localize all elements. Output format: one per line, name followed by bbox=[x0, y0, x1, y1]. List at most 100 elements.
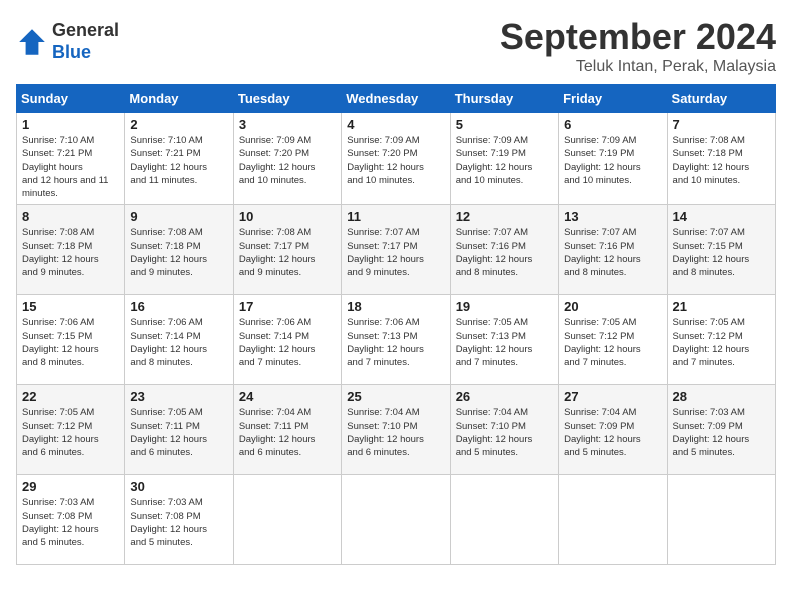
day-info: Sunrise: 7:06 AMSunset: 7:14 PMDaylight:… bbox=[239, 316, 336, 369]
day-number: 27 bbox=[564, 389, 661, 404]
table-row: 12 Sunrise: 7:07 AMSunset: 7:16 PMDayligh… bbox=[450, 205, 558, 295]
logo: General Blue bbox=[16, 20, 119, 63]
table-row: 7 Sunrise: 7:08 AMSunset: 7:18 PMDaylight… bbox=[667, 113, 775, 205]
logo-icon bbox=[16, 26, 48, 58]
day-number: 26 bbox=[456, 389, 553, 404]
day-number: 3 bbox=[239, 117, 336, 132]
table-row: 27 Sunrise: 7:04 AMSunset: 7:09 PMDayligh… bbox=[559, 385, 667, 475]
day-info: Sunrise: 7:09 AMSunset: 7:19 PMDaylight:… bbox=[456, 134, 553, 187]
calendar-week-row: 29 Sunrise: 7:03 AMSunset: 7:08 PMDayligh… bbox=[17, 475, 776, 565]
col-thursday: Thursday bbox=[450, 85, 558, 113]
day-info: Sunrise: 7:03 AMSunset: 7:08 PMDaylight:… bbox=[22, 496, 119, 549]
day-number: 22 bbox=[22, 389, 119, 404]
day-info: Sunrise: 7:09 AMSunset: 7:20 PMDaylight:… bbox=[239, 134, 336, 187]
day-number: 16 bbox=[130, 299, 227, 314]
table-row: 25 Sunrise: 7:04 AMSunset: 7:10 PMDayligh… bbox=[342, 385, 450, 475]
table-row bbox=[342, 475, 450, 565]
day-number: 10 bbox=[239, 209, 336, 224]
day-number: 21 bbox=[673, 299, 770, 314]
day-number: 6 bbox=[564, 117, 661, 132]
table-row: 8Sunrise: 7:08 AMSunset: 7:18 PMDaylight… bbox=[17, 205, 125, 295]
day-number: 12 bbox=[456, 209, 553, 224]
day-info: Sunrise: 7:07 AMSunset: 7:17 PMDaylight:… bbox=[347, 226, 444, 279]
table-row: 15Sunrise: 7:06 AMSunset: 7:15 PMDayligh… bbox=[17, 295, 125, 385]
col-wednesday: Wednesday bbox=[342, 85, 450, 113]
table-row: 14 Sunrise: 7:07 AMSunset: 7:15 PMDayligh… bbox=[667, 205, 775, 295]
col-sunday: Sunday bbox=[17, 85, 125, 113]
month-title: September 2024 bbox=[500, 16, 776, 58]
day-info: Sunrise: 7:08 AMSunset: 7:18 PMDaylight:… bbox=[673, 134, 770, 187]
day-number: 13 bbox=[564, 209, 661, 224]
day-info: Sunrise: 7:03 AMSunset: 7:08 PMDaylight:… bbox=[130, 496, 227, 549]
day-number: 5 bbox=[456, 117, 553, 132]
day-info: Sunrise: 7:08 AMSunset: 7:18 PMDaylight:… bbox=[130, 226, 227, 279]
day-number: 20 bbox=[564, 299, 661, 314]
day-info: Sunrise: 7:05 AMSunset: 7:12 PMDaylight:… bbox=[22, 406, 119, 459]
day-number: 1 bbox=[22, 117, 119, 132]
table-row: 24Sunrise: 7:04 AMSunset: 7:11 PMDayligh… bbox=[233, 385, 341, 475]
table-row: 23 Sunrise: 7:05 AMSunset: 7:11 PMDayligh… bbox=[125, 385, 233, 475]
day-info: Sunrise: 7:04 AMSunset: 7:10 PMDaylight:… bbox=[347, 406, 444, 459]
day-number: 30 bbox=[130, 479, 227, 494]
day-info: Sunrise: 7:05 AMSunset: 7:12 PMDaylight:… bbox=[673, 316, 770, 369]
day-info: Sunrise: 7:09 AMSunset: 7:20 PMDaylight:… bbox=[347, 134, 444, 187]
day-info: Sunrise: 7:09 AMSunset: 7:19 PMDaylight:… bbox=[564, 134, 661, 187]
table-row bbox=[450, 475, 558, 565]
calendar-table: Sunday Monday Tuesday Wednesday Thursday… bbox=[16, 84, 776, 565]
day-number: 24 bbox=[239, 389, 336, 404]
calendar-week-row: 15Sunrise: 7:06 AMSunset: 7:15 PMDayligh… bbox=[17, 295, 776, 385]
calendar-week-row: 8 Sunrise: 7:08 AMSunset: 7:18 PMDaylight… bbox=[17, 205, 776, 295]
table-row: 18 Sunrise: 7:06 AMSunset: 7:13 PMDayligh… bbox=[342, 295, 450, 385]
day-info: Sunrise: 7:07 AMSunset: 7:16 PMDaylight:… bbox=[456, 226, 553, 279]
col-saturday: Saturday bbox=[667, 85, 775, 113]
col-friday: Friday bbox=[559, 85, 667, 113]
day-info: Sunrise: 7:04 AMSunset: 7:10 PMDaylight:… bbox=[456, 406, 553, 459]
day-number: 11 bbox=[347, 209, 444, 224]
logo-general: General bbox=[52, 20, 119, 42]
table-row bbox=[233, 475, 341, 565]
day-number: 14 bbox=[673, 209, 770, 224]
table-row: 2Sunrise: 7:10 AMSunset: 7:21 PMDaylight… bbox=[125, 113, 233, 205]
day-number: 8 bbox=[22, 209, 119, 224]
table-row: 11 Sunrise: 7:07 AMSunset: 7:17 PMDayligh… bbox=[342, 205, 450, 295]
day-info: Sunrise: 7:07 AMSunset: 7:15 PMDaylight:… bbox=[673, 226, 770, 279]
table-row: 1Sunrise: 7:10 AMSunset: 7:21 PMDaylight… bbox=[17, 113, 125, 205]
col-monday: Monday bbox=[125, 85, 233, 113]
day-info: Sunrise: 7:04 AMSunset: 7:09 PMDaylight:… bbox=[564, 406, 661, 459]
day-info: Sunrise: 7:10 AMSunset: 7:21 PMDaylight:… bbox=[130, 134, 227, 187]
table-row: 26 Sunrise: 7:04 AMSunset: 7:10 PMDayligh… bbox=[450, 385, 558, 475]
day-number: 23 bbox=[130, 389, 227, 404]
table-row bbox=[559, 475, 667, 565]
day-number: 7 bbox=[673, 117, 770, 132]
col-tuesday: Tuesday bbox=[233, 85, 341, 113]
day-info: Sunrise: 7:07 AMSunset: 7:16 PMDaylight:… bbox=[564, 226, 661, 279]
day-info: Sunrise: 7:08 AMSunset: 7:17 PMDaylight:… bbox=[239, 226, 336, 279]
day-info: Sunrise: 7:06 AMSunset: 7:14 PMDaylight:… bbox=[130, 316, 227, 369]
title-area: September 2024 Teluk Intan, Perak, Malay… bbox=[500, 16, 776, 76]
table-row: 4 Sunrise: 7:09 AMSunset: 7:20 PMDaylight… bbox=[342, 113, 450, 205]
header: General Blue September 2024 Teluk Intan,… bbox=[16, 16, 776, 76]
day-info: Sunrise: 7:05 AMSunset: 7:13 PMDaylight:… bbox=[456, 316, 553, 369]
table-row: 29 Sunrise: 7:03 AMSunset: 7:08 PMDayligh… bbox=[17, 475, 125, 565]
table-row: 20 Sunrise: 7:05 AMSunset: 7:12 PMDayligh… bbox=[559, 295, 667, 385]
location-title: Teluk Intan, Perak, Malaysia bbox=[500, 58, 776, 76]
day-info: Sunrise: 7:05 AMSunset: 7:11 PMDaylight:… bbox=[130, 406, 227, 459]
table-row: 28Sunrise: 7:03 AMSunset: 7:09 PMDayligh… bbox=[667, 385, 775, 475]
day-number: 18 bbox=[347, 299, 444, 314]
table-row: 9Sunrise: 7:08 AMSunset: 7:18 PMDaylight… bbox=[125, 205, 233, 295]
day-number: 4 bbox=[347, 117, 444, 132]
table-row: 10 Sunrise: 7:08 AMSunset: 7:17 PMDayligh… bbox=[233, 205, 341, 295]
table-row: 3 Sunrise: 7:09 AMSunset: 7:20 PMDaylight… bbox=[233, 113, 341, 205]
table-row bbox=[667, 475, 775, 565]
day-info: Sunrise: 7:06 AMSunset: 7:13 PMDaylight:… bbox=[347, 316, 444, 369]
day-number: 29 bbox=[22, 479, 119, 494]
table-row: 30 Sunrise: 7:03 AMSunset: 7:08 PMDayligh… bbox=[125, 475, 233, 565]
table-row: 13 Sunrise: 7:07 AMSunset: 7:16 PMDayligh… bbox=[559, 205, 667, 295]
day-info: Sunrise: 7:05 AMSunset: 7:12 PMDaylight:… bbox=[564, 316, 661, 369]
day-number: 19 bbox=[456, 299, 553, 314]
table-row: 17Sunrise: 7:06 AMSunset: 7:14 PMDayligh… bbox=[233, 295, 341, 385]
logo-blue: Blue bbox=[52, 42, 119, 64]
day-info: Sunrise: 7:03 AMSunset: 7:09 PMDaylight:… bbox=[673, 406, 770, 459]
day-number: 25 bbox=[347, 389, 444, 404]
table-row: 16 Sunrise: 7:06 AMSunset: 7:14 PMDayligh… bbox=[125, 295, 233, 385]
